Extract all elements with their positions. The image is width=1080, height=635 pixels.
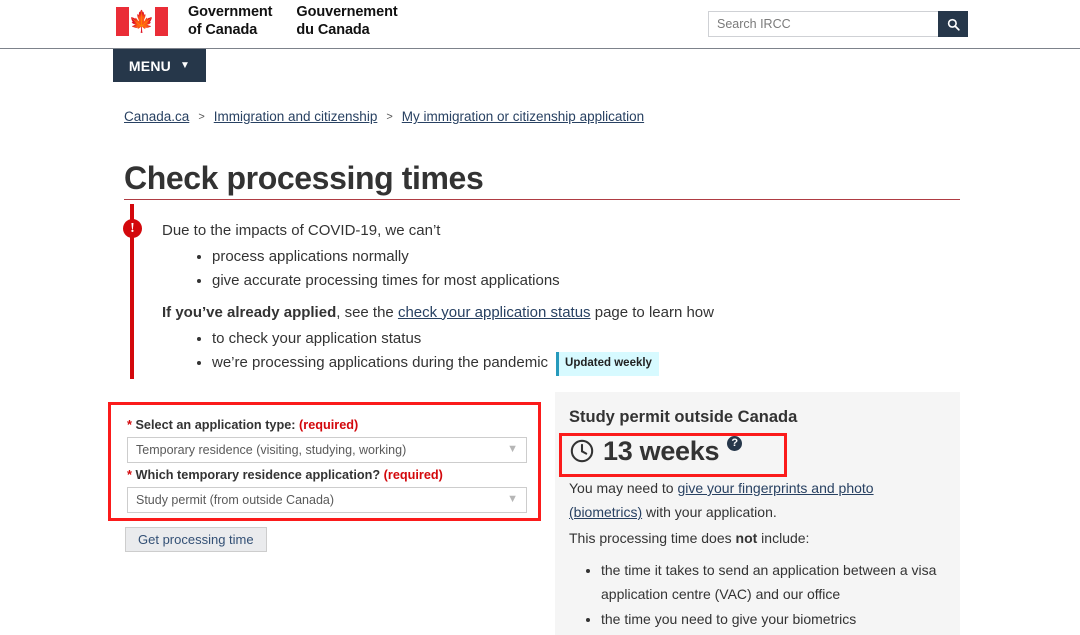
site-header: 🍁 Government of Canada Gouvernement du C… bbox=[0, 0, 1080, 48]
wordmark-english: Government of Canada bbox=[188, 4, 273, 38]
menu-button[interactable]: MENU ▼ bbox=[113, 49, 206, 82]
title-divider bbox=[124, 199, 960, 200]
updated-weekly-badge: Updated weekly bbox=[556, 351, 659, 376]
search-icon bbox=[947, 18, 960, 31]
list-item: the time you need to give your biometric… bbox=[601, 607, 942, 631]
application-type-select-wrap: Temporary residence (visiting, studying,… bbox=[127, 437, 527, 463]
temporary-residence-label-text: Which temporary residence application? bbox=[135, 468, 381, 482]
biometrics-note-pre: You may need to bbox=[569, 480, 678, 496]
wordmark: Government of Canada Gouvernement du Can… bbox=[188, 4, 398, 39]
alert-already-applied-text: If you’ve already applied, see the check… bbox=[162, 301, 960, 325]
menu-button-label: MENU bbox=[128, 57, 171, 74]
wordmark-french: Gouvernement du Canada bbox=[296, 4, 398, 38]
list-item: give accurate processing times for most … bbox=[212, 269, 960, 293]
canada-flag-icon: 🍁 bbox=[116, 7, 168, 37]
government-of-canada-brand: 🍁 Government of Canada Gouvernement du C… bbox=[116, 4, 398, 39]
application-type-form: * Select an application type: (required)… bbox=[108, 402, 541, 521]
breadcrumb-separator: > bbox=[386, 110, 393, 123]
breadcrumb-item-immigration-and-citizenship[interactable]: Immigration and citizenship bbox=[214, 109, 378, 124]
page-title: Check processing times bbox=[124, 160, 484, 196]
menu-bar: MENU ▼ bbox=[0, 49, 1080, 85]
exclusions-intro: This processing time does not include: bbox=[569, 526, 942, 550]
application-type-label: * Select an application type: (required) bbox=[127, 418, 522, 432]
chevron-down-icon: ▼ bbox=[179, 60, 191, 71]
breadcrumb-separator: > bbox=[198, 110, 205, 123]
application-type-select[interactable]: Temporary residence (visiting, studying,… bbox=[127, 437, 527, 463]
temporary-residence-select-wrap: Study permit (from outside Canada) ▼ bbox=[127, 487, 527, 513]
alert-bullet-list-2: to check your application status we’re p… bbox=[162, 327, 960, 376]
exclusions-intro-bold: not bbox=[735, 530, 758, 547]
site-search bbox=[708, 11, 968, 37]
alert-exclamation-icon: ! bbox=[123, 219, 142, 238]
breadcrumb-item-my-application[interactable]: My immigration or citizenship applicatio… bbox=[402, 109, 644, 124]
required-text: (required) bbox=[299, 418, 359, 432]
exclusions-list: the time it takes to send an application… bbox=[569, 558, 942, 631]
list-item-label: we’re processing applications during the… bbox=[212, 353, 549, 371]
get-processing-time-button[interactable]: Get processing time bbox=[125, 527, 267, 552]
alert-already-applied-bold: If you’ve already applied bbox=[162, 303, 337, 321]
alert-already-applied-end: page to learn how bbox=[590, 303, 714, 321]
search-button[interactable] bbox=[938, 11, 968, 37]
list-item: we’re processing applications during the… bbox=[212, 351, 960, 376]
result-title: Study permit outside Canada bbox=[569, 408, 798, 426]
required-star: * bbox=[127, 468, 132, 482]
required-star: * bbox=[127, 418, 132, 432]
alert-bullet-list-1: process applications normally give accur… bbox=[162, 245, 960, 294]
temporary-residence-label: * Which temporary residence application?… bbox=[127, 468, 522, 482]
exclusions-intro-post: include: bbox=[757, 530, 810, 547]
alert-already-applied-mid: , see the bbox=[336, 303, 398, 321]
list-item: process applications normally bbox=[212, 245, 960, 269]
temporary-residence-select[interactable]: Study permit (from outside Canada) bbox=[127, 487, 527, 513]
biometrics-note-post: with your application. bbox=[642, 504, 777, 521]
breadcrumb-item-canada-ca[interactable]: Canada.ca bbox=[124, 109, 189, 124]
biometrics-note: You may need to give your fingerprints a… bbox=[569, 476, 942, 524]
breadcrumb: Canada.ca > Immigration and citizenship … bbox=[124, 109, 644, 124]
alert-lead-text: Due to the impacts of COVID-19, we can’t bbox=[162, 222, 441, 239]
exclusions-intro-pre: This processing time does bbox=[569, 530, 736, 547]
application-type-label-text: Select an application type: bbox=[135, 418, 296, 432]
search-input[interactable] bbox=[708, 11, 938, 37]
covid-alert: ! Due to the impacts of COVID-19, we can… bbox=[123, 204, 960, 379]
processing-time-result-panel: Study permit outside Canada 13 weeks ? Y… bbox=[555, 392, 960, 635]
list-item: to check your application status bbox=[212, 327, 960, 351]
processing-time-highlight-box bbox=[559, 433, 787, 477]
check-application-status-link[interactable]: check your application status bbox=[398, 304, 591, 321]
list-item: the time it takes to send an application… bbox=[601, 558, 942, 606]
required-text: (required) bbox=[383, 468, 443, 482]
